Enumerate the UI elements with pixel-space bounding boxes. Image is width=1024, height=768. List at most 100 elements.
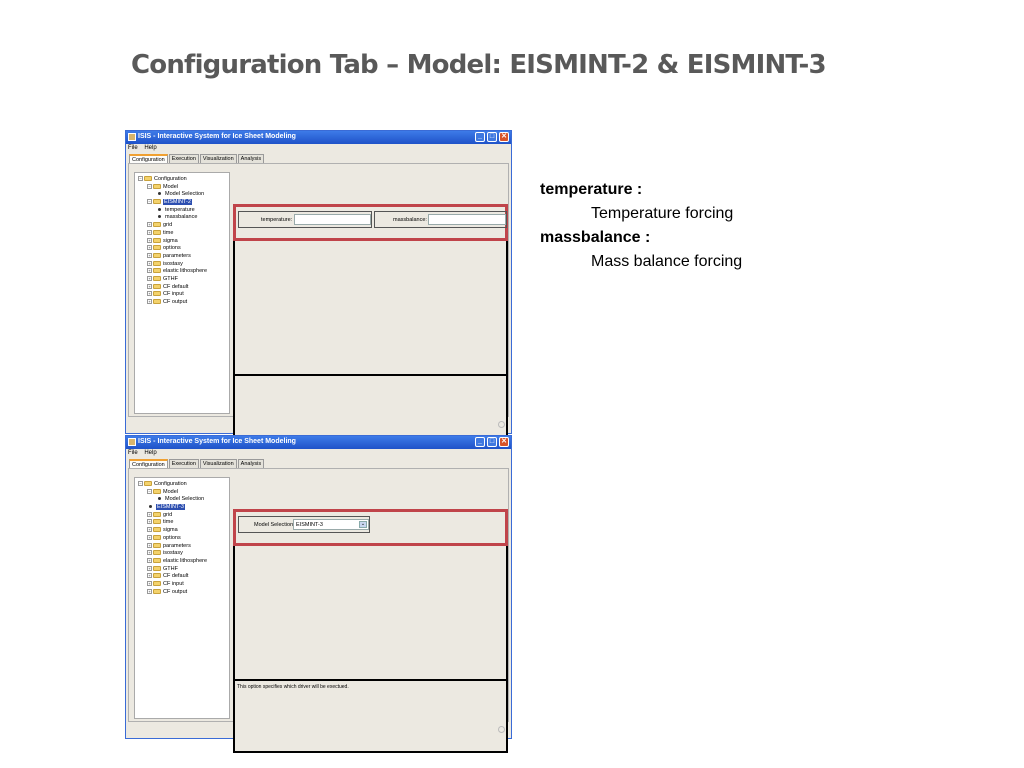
- expand-icon[interactable]: +: [147, 542, 152, 548]
- tree-item[interactable]: Model Selection: [135, 191, 229, 199]
- folder-icon: [153, 283, 161, 289]
- tree-item[interactable]: + CF output: [135, 299, 229, 307]
- temperature-input[interactable]: [294, 214, 371, 225]
- tree-item[interactable]: − Model: [135, 489, 229, 497]
- expand-icon[interactable]: +: [147, 573, 152, 579]
- tree-item[interactable]: + GTHF: [135, 276, 229, 284]
- expand-icon[interactable]: +: [147, 511, 152, 517]
- folder-icon: [153, 588, 161, 594]
- massbalance-input[interactable]: [428, 214, 506, 225]
- expand-icon[interactable]: +: [147, 229, 152, 235]
- folder-icon: [153, 252, 161, 258]
- maximize-button[interactable]: □: [487, 132, 497, 142]
- collapse-icon[interactable]: −: [147, 199, 152, 205]
- expand-icon[interactable]: +: [147, 268, 152, 274]
- tree-item[interactable]: Model Selection: [135, 496, 229, 504]
- tree-item[interactable]: + CF default: [135, 284, 229, 292]
- tree-item[interactable]: + sigma: [135, 527, 229, 535]
- expand-icon[interactable]: +: [147, 260, 152, 266]
- close-button[interactable]: ✕: [499, 437, 509, 447]
- menu-file[interactable]: File: [128, 450, 138, 456]
- tree-item[interactable]: EISMINT-3: [135, 504, 229, 512]
- leaf-bullet-icon: [158, 497, 161, 501]
- highlight-box: Model Selection: EISMINT-3 ⌄: [233, 509, 508, 546]
- chevron-down-icon[interactable]: ⌄: [359, 521, 367, 528]
- tree-item[interactable]: − EISMINT-2: [135, 199, 229, 207]
- tree-item-label: grid: [163, 222, 173, 229]
- collapse-icon[interactable]: −: [147, 183, 152, 189]
- expand-icon[interactable]: +: [147, 588, 152, 594]
- minimize-button[interactable]: _: [475, 132, 485, 142]
- tree-item[interactable]: massbalance: [135, 214, 229, 222]
- tree-item-label: CF output: [163, 299, 188, 305]
- tree-item[interactable]: + parameters: [135, 543, 229, 551]
- expand-icon[interactable]: +: [147, 550, 152, 556]
- expand-icon[interactable]: +: [147, 252, 152, 258]
- tree-item[interactable]: + time: [135, 519, 229, 527]
- folder-icon: [153, 550, 161, 556]
- tree-item-label: Configuration: [154, 176, 187, 182]
- tree-item[interactable]: + options: [135, 535, 229, 543]
- tree-item[interactable]: + time: [135, 230, 229, 238]
- title-bar: ISIS - Interactive System for Ice Sheet …: [126, 131, 511, 144]
- tree-item[interactable]: + grid: [135, 512, 229, 520]
- expand-icon[interactable]: +: [147, 275, 152, 281]
- tree-item[interactable]: − Model: [135, 184, 229, 192]
- tree-item-label: parameters: [163, 252, 191, 259]
- expand-icon[interactable]: +: [147, 283, 152, 289]
- tree-item[interactable]: + CF output: [135, 589, 229, 597]
- tree-item[interactable]: + elastic lithosphere: [135, 268, 229, 276]
- expand-icon[interactable]: +: [147, 580, 152, 586]
- expand-icon[interactable]: +: [147, 534, 152, 540]
- expand-icon[interactable]: +: [147, 565, 152, 571]
- collapse-icon[interactable]: −: [147, 488, 152, 494]
- note-def-massbalance: Mass balance forcing: [591, 253, 743, 270]
- isis-window-eismint2: ISIS - Interactive System for Ice Sheet …: [125, 130, 512, 448]
- tree-item-label: isostasy: [163, 550, 183, 557]
- collapse-icon[interactable]: −: [138, 176, 143, 182]
- folder-icon: [153, 519, 161, 525]
- leaf-bullet-icon: [158, 207, 161, 211]
- description-panel: This option specifies which driver will …: [233, 679, 508, 753]
- model-selection-dropdown[interactable]: EISMINT-3 ⌄: [293, 519, 369, 530]
- tree-item[interactable]: + isostasy: [135, 261, 229, 269]
- tree-item[interactable]: + GTHF: [135, 566, 229, 574]
- tree-item[interactable]: + parameters: [135, 253, 229, 261]
- status-icon: [498, 726, 505, 733]
- expand-icon[interactable]: +: [147, 222, 152, 228]
- folder-icon: [153, 245, 161, 251]
- tree-item[interactable]: + grid: [135, 222, 229, 230]
- close-button[interactable]: ✕: [499, 132, 509, 142]
- folder-icon: [153, 183, 161, 189]
- tree-item[interactable]: + isostasy: [135, 550, 229, 558]
- folder-icon: [153, 237, 161, 243]
- tree-item[interactable]: + CF input: [135, 291, 229, 299]
- menu-file[interactable]: File: [128, 145, 138, 151]
- tree-item[interactable]: − Configuration: [135, 176, 229, 184]
- menu-help[interactable]: Help: [144, 450, 156, 456]
- folder-icon: [153, 275, 161, 281]
- tree-item[interactable]: + sigma: [135, 238, 229, 246]
- folder-icon: [153, 542, 161, 548]
- tree-item[interactable]: temperature: [135, 207, 229, 215]
- expand-icon[interactable]: +: [147, 237, 152, 243]
- expand-icon[interactable]: +: [147, 519, 152, 525]
- tree-item[interactable]: − Configuration: [135, 481, 229, 489]
- tree-item[interactable]: + elastic lithosphere: [135, 558, 229, 566]
- expand-icon[interactable]: +: [147, 245, 152, 251]
- maximize-button[interactable]: □: [487, 437, 497, 447]
- expand-icon[interactable]: +: [147, 527, 152, 533]
- collapse-icon[interactable]: −: [138, 481, 143, 487]
- minimize-button[interactable]: _: [475, 437, 485, 447]
- expand-icon[interactable]: +: [147, 299, 152, 305]
- tree-item[interactable]: + CF default: [135, 573, 229, 581]
- tab-body: − Configuration − Model Model Selection − EISM…: [128, 163, 509, 448]
- expand-icon[interactable]: +: [147, 291, 152, 297]
- tree-item-label: EISMINT-2: [163, 199, 192, 206]
- tree-item[interactable]: + CF input: [135, 581, 229, 589]
- expand-icon[interactable]: +: [147, 557, 152, 563]
- tree-item-label: elastic lithosphere: [163, 268, 208, 275]
- menu-help[interactable]: Help: [144, 145, 156, 151]
- note-term-temperature: temperature :: [540, 181, 643, 198]
- tree-item[interactable]: + options: [135, 245, 229, 253]
